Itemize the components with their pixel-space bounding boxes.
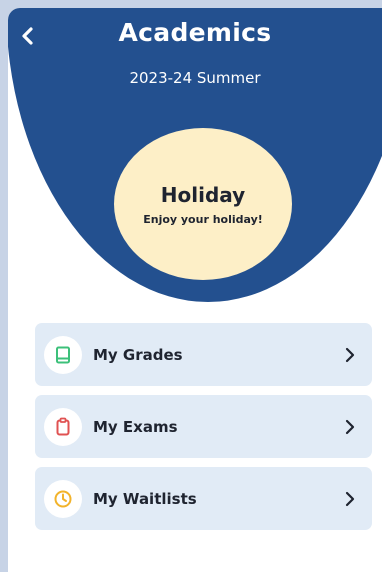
clock-icon [54,490,72,507]
status-card: Holiday Enjoy your holiday! [114,128,292,280]
icon-badge [44,479,82,518]
chevron-right-icon [340,489,360,509]
term-label: 2023-24 Summer [129,69,261,87]
book-icon [56,346,70,363]
status-title: Holiday [160,182,246,207]
menu-item-my-exams[interactable]: My Exams [35,395,372,458]
icon-badge [44,407,82,446]
page-title: Academics [118,18,272,47]
menu-item-label: My Exams [93,417,178,436]
menu-item-my-grades[interactable]: My Grades [35,323,372,386]
menu-item-my-waitlists[interactable]: My Waitlists [35,467,372,530]
chevron-right-icon [340,417,360,437]
clipboard-icon [56,417,70,435]
menu-item-label: My Waitlists [93,489,197,508]
chevron-right-icon [340,345,360,365]
menu-item-label: My Grades [93,345,183,364]
icon-badge [44,335,82,374]
academics-screen: Academics 2023-24 Summer Holiday Enjoy y… [8,8,382,572]
status-message: Enjoy your holiday! [143,212,263,226]
academics-menu: My Grades My Exams My Waitlists [35,323,372,539]
